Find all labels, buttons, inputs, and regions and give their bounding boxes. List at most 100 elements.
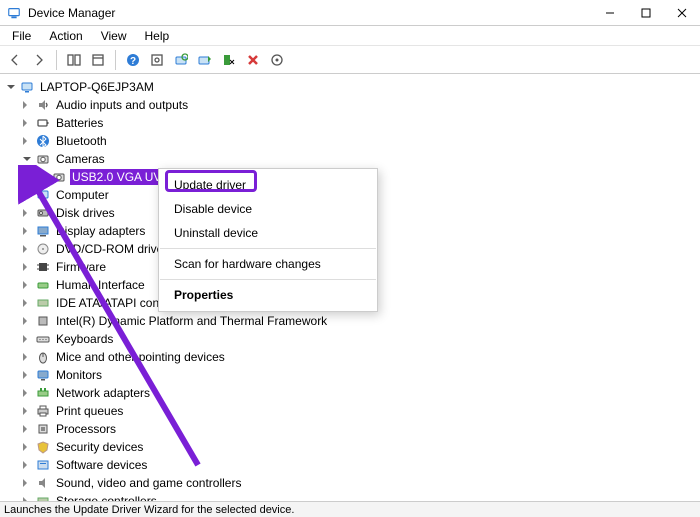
tree-node-mice[interactable]: Mice and other pointing devices xyxy=(4,348,696,366)
tree-node-security[interactable]: Security devices xyxy=(4,438,696,456)
ctx-uninstall-device[interactable]: Uninstall device xyxy=(159,221,377,245)
legacy-hardware-button[interactable] xyxy=(266,49,288,71)
node-label: Monitors xyxy=(54,367,104,383)
expand-toggle xyxy=(36,170,50,184)
node-label: Processors xyxy=(54,421,118,437)
expand-toggle[interactable] xyxy=(20,440,34,454)
node-label: Cameras xyxy=(54,151,107,167)
expand-toggle[interactable] xyxy=(20,350,34,364)
menu-file[interactable]: File xyxy=(4,27,39,45)
expand-toggle[interactable] xyxy=(20,152,34,166)
ctx-update-driver[interactable]: Update driver xyxy=(159,173,377,197)
context-menu: Update driver Disable device Uninstall d… xyxy=(158,168,378,312)
expand-toggle[interactable] xyxy=(20,386,34,400)
tree-node-batteries[interactable]: Batteries xyxy=(4,114,696,132)
uninstall-device-button[interactable] xyxy=(242,49,264,71)
speaker-icon xyxy=(35,475,51,491)
printer-icon xyxy=(35,403,51,419)
chip-icon xyxy=(35,259,51,275)
ctx-separator xyxy=(160,279,376,280)
expand-toggle[interactable] xyxy=(20,314,34,328)
tree-root[interactable]: LAPTOP-Q6EJP3AM xyxy=(4,78,696,96)
camera-icon xyxy=(35,151,51,167)
window-title: Device Manager xyxy=(28,6,592,20)
shield-icon xyxy=(35,439,51,455)
tree-node-storage[interactable]: Storage controllers xyxy=(4,492,696,501)
back-button[interactable] xyxy=(4,49,26,71)
node-label: Sound, video and game controllers xyxy=(54,475,243,491)
tree-node-keyboards[interactable]: Keyboards xyxy=(4,330,696,348)
expand-toggle[interactable] xyxy=(20,224,34,238)
battery-icon xyxy=(35,115,51,131)
scan-hardware-button[interactable] xyxy=(170,49,192,71)
node-label: Computer xyxy=(54,187,111,203)
expand-toggle[interactable] xyxy=(20,296,34,310)
update-driver-button[interactable] xyxy=(194,49,216,71)
status-bar: Launches the Update Driver Wizard for th… xyxy=(0,501,700,517)
show-hide-console-tree-button[interactable] xyxy=(63,49,85,71)
expand-toggle[interactable] xyxy=(20,404,34,418)
tree-node-software[interactable]: Software devices xyxy=(4,456,696,474)
tree-node-bluetooth[interactable]: Bluetooth xyxy=(4,132,696,150)
ctx-properties[interactable]: Properties xyxy=(159,283,377,307)
tree-node-printq[interactable]: Print queues xyxy=(4,402,696,420)
expand-toggle[interactable] xyxy=(20,260,34,274)
node-label: Intel(R) Dynamic Platform and Thermal Fr… xyxy=(54,313,329,329)
node-label: Network adapters xyxy=(54,385,152,401)
maximize-button[interactable] xyxy=(628,0,664,26)
toolbar-separator xyxy=(56,50,57,70)
ctx-scan-hardware[interactable]: Scan for hardware changes xyxy=(159,252,377,276)
node-label: Storage controllers xyxy=(54,493,159,501)
expand-toggle[interactable] xyxy=(20,494,34,501)
expand-toggle[interactable] xyxy=(20,278,34,292)
expand-toggle[interactable] xyxy=(4,80,18,94)
chip-icon xyxy=(35,313,51,329)
toolbar-separator xyxy=(115,50,116,70)
expand-toggle[interactable] xyxy=(20,332,34,346)
node-label: DVD/CD-ROM drives xyxy=(54,241,171,257)
title-bar: Device Manager xyxy=(0,0,700,26)
expand-toggle[interactable] xyxy=(20,458,34,472)
expand-toggle[interactable] xyxy=(20,188,34,202)
app-icon xyxy=(6,5,22,21)
forward-button[interactable] xyxy=(28,49,50,71)
expand-toggle[interactable] xyxy=(20,116,34,130)
cpu-icon xyxy=(35,421,51,437)
tree-node-audio[interactable]: Audio inputs and outputs xyxy=(4,96,696,114)
minimize-button[interactable] xyxy=(592,0,628,26)
window-controls xyxy=(592,0,700,26)
menu-view[interactable]: View xyxy=(93,27,135,45)
menu-action[interactable]: Action xyxy=(41,27,90,45)
bluetooth-icon xyxy=(35,133,51,149)
disc-icon xyxy=(35,241,51,257)
monitor-icon xyxy=(35,367,51,383)
disable-device-button[interactable] xyxy=(218,49,240,71)
node-label: Firmware xyxy=(54,259,108,275)
network-icon xyxy=(35,385,51,401)
camera-icon xyxy=(51,169,67,185)
tree-node-monitors[interactable]: Monitors xyxy=(4,366,696,384)
help-button[interactable]: ? xyxy=(122,49,144,71)
storage-icon xyxy=(35,493,51,501)
expand-toggle[interactable] xyxy=(20,98,34,112)
node-label: LAPTOP-Q6EJP3AM xyxy=(38,79,156,95)
menu-help[interactable]: Help xyxy=(137,27,178,45)
expand-toggle[interactable] xyxy=(20,476,34,490)
ctx-disable-device[interactable]: Disable device xyxy=(159,197,377,221)
expand-toggle[interactable] xyxy=(20,368,34,382)
action-toolbar-button[interactable] xyxy=(146,49,168,71)
tree-node-thermal[interactable]: Intel(R) Dynamic Platform and Thermal Fr… xyxy=(4,312,696,330)
tree-node-processors[interactable]: Processors xyxy=(4,420,696,438)
keyboard-icon xyxy=(35,331,51,347)
properties-button[interactable] xyxy=(87,49,109,71)
status-text: Launches the Update Driver Wizard for th… xyxy=(4,504,294,516)
expand-toggle[interactable] xyxy=(20,242,34,256)
tree-node-cameras[interactable]: Cameras xyxy=(4,150,696,168)
expand-toggle[interactable] xyxy=(20,206,34,220)
expand-toggle[interactable] xyxy=(20,422,34,436)
expand-toggle[interactable] xyxy=(20,134,34,148)
tree-node-network[interactable]: Network adapters xyxy=(4,384,696,402)
computer-icon xyxy=(19,79,35,95)
tree-node-sound[interactable]: Sound, video and game controllers xyxy=(4,474,696,492)
close-button[interactable] xyxy=(664,0,700,26)
